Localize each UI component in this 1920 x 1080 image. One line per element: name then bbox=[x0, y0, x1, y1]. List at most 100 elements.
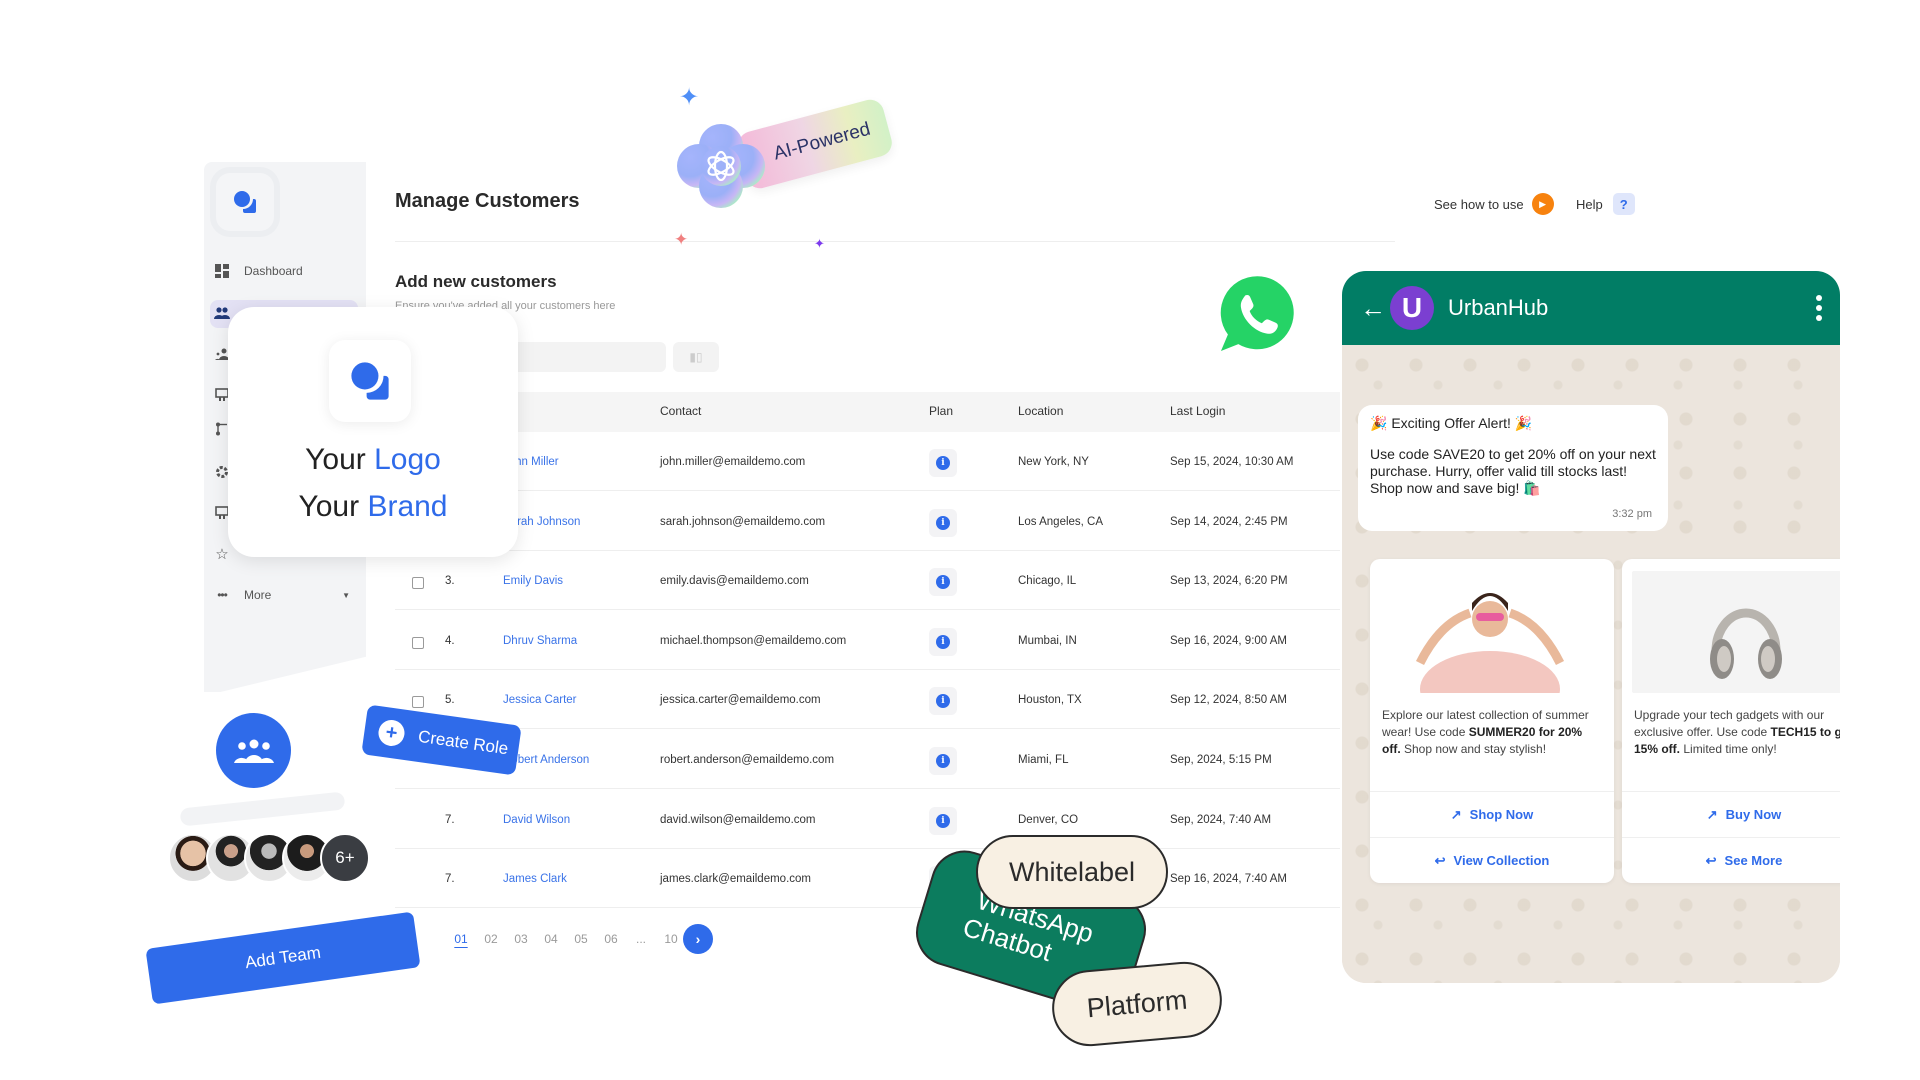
column-header-contact[interactable]: Contact bbox=[660, 404, 701, 418]
button-label: Shop Now bbox=[1469, 807, 1534, 822]
plan-info-button[interactable]: i bbox=[929, 508, 957, 537]
message-bubble: 🎉 Exciting Offer Alert! 🎉 Use code SAVE2… bbox=[1358, 405, 1668, 531]
customer-email: robert.anderson@emaildemo.com bbox=[660, 754, 835, 766]
row-checkbox[interactable] bbox=[412, 577, 424, 590]
page-link[interactable]: 06 bbox=[596, 932, 626, 946]
buy-now-button[interactable]: ↗ Buy Now bbox=[1622, 791, 1840, 837]
see-how-label: See how to use bbox=[1434, 196, 1524, 212]
platform-sticker: Platform bbox=[1049, 958, 1225, 1050]
caret-down-icon: ▼ bbox=[342, 590, 350, 600]
sticker-text: Platform bbox=[1085, 984, 1189, 1023]
help-link[interactable]: Help ? bbox=[1576, 193, 1635, 215]
info-icon: i bbox=[936, 634, 950, 649]
chat-header: ← U UrbanHub bbox=[1342, 271, 1840, 345]
customer-name-link[interactable]: Dhruv Sharma bbox=[503, 635, 577, 647]
sticker-text: Whitelabel bbox=[1008, 856, 1136, 887]
sidebar-item-customers[interactable] bbox=[214, 298, 230, 328]
sparkle-icon: ✦ bbox=[674, 230, 689, 249]
search-input[interactable] bbox=[510, 342, 666, 372]
next-page-button[interactable]: › bbox=[683, 924, 713, 954]
sparkle-icon: ✦ bbox=[679, 84, 700, 111]
column-header-location[interactable]: Location bbox=[1018, 404, 1063, 418]
plan-info-button[interactable]: i bbox=[929, 687, 957, 716]
customer-location: Miami, FL bbox=[1018, 754, 1069, 766]
help-label: Help bbox=[1576, 196, 1603, 212]
plan-info-button[interactable]: i bbox=[929, 747, 957, 775]
page-link[interactable]: 03 bbox=[506, 932, 536, 946]
customer-last-login: Sep 15, 2024, 10:30 AM bbox=[1170, 456, 1294, 468]
whitelabel-sticker: Whitelabel bbox=[976, 835, 1168, 909]
column-header-plan[interactable]: Plan bbox=[929, 404, 953, 418]
brand-text-accent: Logo bbox=[374, 443, 441, 476]
page-title: Manage Customers bbox=[395, 190, 580, 212]
pagination: 01 02 03 04 05 06 ... 10 bbox=[446, 932, 686, 946]
plan-info-button[interactable]: i bbox=[929, 806, 957, 835]
brand-text: Your bbox=[298, 490, 368, 523]
page-link[interactable]: 01 bbox=[446, 932, 476, 946]
view-collection-button[interactable]: ↩ View Collection bbox=[1370, 837, 1614, 883]
plan-info-button[interactable]: i bbox=[929, 568, 957, 597]
reply-icon: ↩ bbox=[1705, 852, 1717, 868]
sidebar-item-label: Dashboard bbox=[244, 264, 303, 278]
filter-button[interactable]: ▮▯ bbox=[673, 342, 719, 372]
avatar-overflow-count[interactable]: 6+ bbox=[320, 833, 370, 883]
plan-info-button[interactable]: i bbox=[929, 449, 957, 477]
brand-logo-icon bbox=[234, 191, 256, 213]
button-label: Buy Now bbox=[1725, 807, 1782, 822]
see-more-button[interactable]: ↩ See More bbox=[1622, 837, 1840, 883]
add-team-button[interactable]: Add Team bbox=[145, 911, 421, 1005]
customer-email: john.miller@emaildemo.com bbox=[660, 456, 806, 468]
external-link-icon: ↗ bbox=[1450, 806, 1462, 822]
row-checkbox[interactable] bbox=[412, 696, 424, 709]
contact-avatar[interactable]: U bbox=[1390, 286, 1434, 330]
customer-name-link[interactable]: James Clark bbox=[503, 873, 567, 885]
sidebar-item-dashboard[interactable]: Dashboard bbox=[214, 256, 303, 286]
team-avatars: 6+ bbox=[168, 833, 370, 883]
customer-email: michael.thompson@emaildemo.com bbox=[660, 634, 847, 647]
more-icon: ••• bbox=[217, 588, 228, 602]
product-card: Explore our latest collection of summer … bbox=[1370, 559, 1614, 883]
customer-location: Los Angeles, CA bbox=[1018, 515, 1104, 528]
sidebar-logo[interactable] bbox=[216, 173, 274, 231]
ai-openai-icon bbox=[677, 124, 765, 208]
dashboard-icon bbox=[214, 263, 230, 279]
info-icon: i bbox=[936, 515, 950, 530]
page-ellipsis: ... bbox=[635, 932, 646, 946]
customer-last-login: Sep, 2024, 7:40 AM bbox=[1170, 813, 1272, 826]
product-card-text: Explore our latest collection of summer … bbox=[1382, 708, 1589, 756]
row-index: 4. bbox=[445, 634, 455, 647]
customer-email: sarah.johnson@emaildemo.com bbox=[660, 515, 826, 528]
customer-name-link[interactable]: Emily Davis bbox=[503, 575, 563, 587]
info-icon: i bbox=[936, 456, 950, 470]
contact-name[interactable]: UrbanHub bbox=[1448, 295, 1548, 321]
row-index: 5. bbox=[445, 694, 455, 707]
row-index: 3. bbox=[445, 575, 455, 588]
page-link[interactable]: 10 bbox=[656, 932, 686, 946]
page-link[interactable]: 04 bbox=[536, 932, 566, 946]
sidebar-item-more[interactable]: ••• More ▼ bbox=[214, 580, 350, 610]
info-icon: i bbox=[936, 754, 950, 768]
button-label: See More bbox=[1724, 853, 1783, 868]
external-link-icon: ↗ bbox=[1706, 806, 1718, 822]
info-icon: i bbox=[936, 694, 950, 709]
page-link[interactable]: 05 bbox=[566, 932, 596, 946]
back-arrow-icon[interactable]: ← bbox=[1360, 293, 1386, 324]
row-checkbox[interactable] bbox=[412, 636, 424, 649]
customer-name-link[interactable]: Jessica Carter bbox=[503, 694, 577, 706]
star-icon: ☆ bbox=[215, 546, 229, 563]
page-link[interactable]: 02 bbox=[476, 932, 506, 946]
sidebar-item-starred[interactable]: ☆ bbox=[214, 539, 230, 569]
brand-logo-icon bbox=[351, 362, 389, 400]
customer-name-link[interactable]: David Wilson bbox=[503, 814, 570, 826]
kebab-menu-icon[interactable] bbox=[1816, 295, 1822, 321]
customer-email: david.wilson@emaildemo.com bbox=[660, 813, 816, 826]
plan-info-button[interactable]: i bbox=[929, 627, 957, 656]
brand-text-accent: Brand bbox=[367, 490, 448, 523]
row-index: 7. bbox=[445, 813, 455, 826]
column-header-last-login[interactable]: Last Login bbox=[1170, 404, 1225, 418]
customer-email: emily.davis@emaildemo.com bbox=[660, 575, 809, 588]
message-title: 🎉 Exciting Offer Alert! 🎉 bbox=[1370, 415, 1533, 431]
see-how-to-use-link[interactable]: See how to use ▶ bbox=[1434, 193, 1554, 215]
shop-now-button[interactable]: ↗ Shop Now bbox=[1370, 791, 1614, 837]
product-image-summer-wear bbox=[1380, 571, 1600, 727]
